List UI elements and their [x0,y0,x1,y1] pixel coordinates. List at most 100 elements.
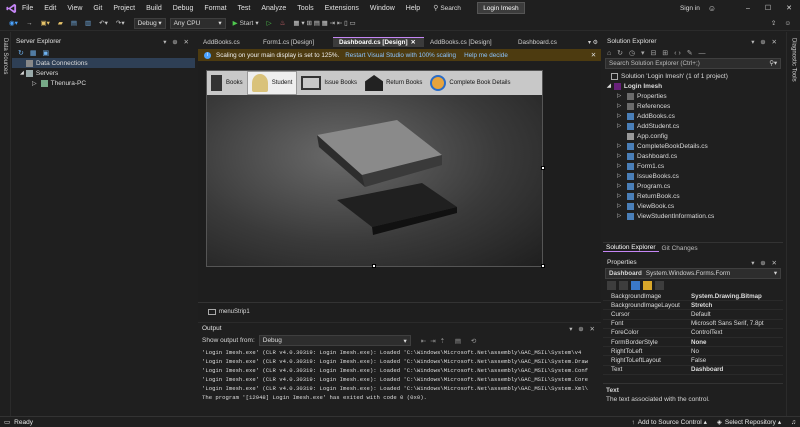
new-project-icon[interactable]: ▣▾ [37,18,52,29]
resize-handle[interactable] [541,264,545,268]
property-pages-icon[interactable] [655,281,664,290]
add-to-source-control-button[interactable]: ↑ Add to Source Control ▴ [631,417,706,427]
property-row[interactable]: Font Microsoft Sans Serif, 7.8pt [603,320,783,329]
resize-handle[interactable] [372,264,376,268]
output-toolbar-icons[interactable]: ⇤⇥⇡ ▤ ⟲ [421,337,481,345]
live-share-icon[interactable]: ⇪ [768,18,779,29]
menu-test[interactable]: Test [238,5,251,12]
tab-git-changes[interactable]: Git Changes [659,245,701,252]
platform-dropdown[interactable]: Any CPU ▾ [169,17,226,29]
property-row[interactable]: RightToLeftLayout False [603,356,783,366]
nav-books[interactable]: Books [207,71,247,95]
menustrip-component[interactable]: menuStrip1 [219,309,250,315]
tree-item-file[interactable]: ▷ AddBooks.cs [603,111,783,121]
properties-object-selector[interactable]: Dashboard System.Windows.Forms.Form ▾ [605,268,781,279]
menu-git[interactable]: Git [93,5,102,12]
account-icon[interactable]: ☺ [708,4,716,13]
property-row[interactable]: ForeColor ControlText [603,329,783,338]
property-value[interactable]: Stretch [689,302,783,309]
output-text[interactable]: 'Login Imesh.exe' (CLR v4.0.30319: Login… [198,347,591,403]
close-infobar-icon[interactable]: ✕ [591,52,596,59]
save-icon[interactable]: ▤ [68,18,80,29]
tab-overflow-icon[interactable]: ▾ ⚙ [588,39,598,46]
tree-item-file[interactable]: ▷ References [603,101,783,111]
property-value[interactable]: Microsoft Sans Serif, 7.8pt [689,320,783,327]
properties-icon[interactable] [631,281,640,290]
property-row[interactable]: Cursor Default [603,310,783,320]
panel-controls-icon[interactable]: ▾ ⊕ ✕ [569,325,597,333]
property-row[interactable]: BackgroundImageLayout Stretch [603,301,783,311]
property-row[interactable]: RightToLeft No [603,347,783,357]
property-row[interactable]: BackgroundImage System.Drawing.Bitmap [603,292,783,302]
open-file-icon[interactable]: ▰ [55,18,66,29]
menu-tools[interactable]: Tools [297,5,313,12]
tab-addbooks-cs[interactable]: AddBooks.cs [197,37,257,47]
tree-item-file[interactable]: ▷ IssueBooks.cs [603,171,783,181]
menu-strip[interactable]: Books Student Issue Books Return Books C… [207,71,542,95]
tree-item-file[interactable]: ▷ Form1.cs [603,161,783,171]
resize-handle[interactable] [541,166,545,170]
tree-item-project[interactable]: ◢ Login Imesh [603,81,783,91]
tree-item-file[interactable]: ▷ CompleteBookDetails.cs [603,141,783,151]
help-decide-link[interactable]: Help me decide [464,52,508,59]
back-icon[interactable]: ◉▾ [6,18,21,29]
alphabetical-icon[interactable] [619,281,628,290]
tab-addbooks-design[interactable]: AddBooks.cs [Design] [424,37,512,47]
forward-icon[interactable]: → [23,18,36,29]
property-value[interactable]: False [689,357,783,364]
tree-item-file[interactable]: ▷ ReturnBook.cs [603,191,783,201]
nav-student[interactable]: Student [246,71,298,95]
output-source-dropdown[interactable]: Debug ▾ [258,335,411,346]
tree-item-file[interactable]: ▷ Program.cs [603,181,783,191]
tree-item-servers[interactable]: ◢ Servers [12,68,195,78]
sign-in-link[interactable]: Sign in [680,5,700,12]
solution-search-box[interactable]: Search Solution Explorer (Ctrl+;) ⚲▾ [605,58,781,69]
hot-reload-icon[interactable]: ♨ [277,18,289,29]
data-sources-tab[interactable]: Data Sources [0,32,11,417]
redo-icon[interactable]: ↷▾ [113,18,128,29]
menu-file[interactable]: File [22,5,33,12]
undo-icon[interactable]: ↶▾ [96,18,111,29]
tree-item-thenura-pc[interactable]: ▷ Thenura-PC [12,78,195,88]
save-all-icon[interactable]: ▥ [82,18,94,29]
property-value[interactable]: None [689,339,783,346]
nav-return-books[interactable]: Return Books [361,71,426,95]
menu-window[interactable]: Window [370,5,395,12]
property-row[interactable]: Text Dashboard [603,366,783,375]
configuration-dropdown[interactable]: Debug ▾ [133,17,166,29]
property-value[interactable]: ControlText [689,329,783,336]
tab-dashboard-design[interactable]: Dashboard.cs [Design] ✕ [333,37,424,47]
refresh-icon[interactable]: ↻ [18,49,24,57]
close-button[interactable]: ✕ [778,4,800,12]
feedback-icon[interactable]: ☺ [781,18,794,29]
start-without-debugging-icon[interactable]: ▷ [264,18,275,29]
menu-project[interactable]: Project [113,5,135,12]
tab-solution-explorer[interactable]: Solution Explorer [603,244,659,252]
menu-view[interactable]: View [67,5,82,12]
maximize-button[interactable]: ☐ [758,4,778,12]
notifications-icon[interactable]: ♫ [791,417,796,427]
menu-extensions[interactable]: Extensions [325,5,359,12]
menu-edit[interactable]: Edit [44,5,56,12]
select-repository-button[interactable]: ◈ Select Repository ▴ [717,417,781,427]
connect-database-icon[interactable]: ▦ [30,49,37,57]
toolbar-extra-icons[interactable]: ▦ ▾ ⊞ ▤ ▦ ⇥ ⇤ ▯ ▭ [290,18,358,29]
start-button[interactable]: ▶ Start ▾ [230,18,262,29]
panel-controls-icon[interactable]: ▾ ⊕ ✕ [751,259,779,267]
nav-complete-book-details[interactable]: Complete Book Details [426,71,514,95]
solution-toolbar-icons[interactable]: ⌂ ↻ ◷ ▾ ⊟ ⊞ ‹› ✎ — [607,49,708,57]
tree-item-data-connections[interactable]: Data Connections [12,58,195,68]
property-value[interactable]: Dashboard [689,366,783,373]
tab-dashboard-cs[interactable]: Dashboard.cs [512,37,572,47]
property-row[interactable]: FormBorderStyle None [603,338,783,348]
tree-item-file[interactable]: ▷ ViewStudentInformation.cs [603,211,783,221]
diagnostic-tools-tab[interactable]: Diagnostic Tools [786,32,800,417]
categorized-icon[interactable] [607,281,616,290]
panel-controls-icon[interactable]: ▾ ⊕ ✕ [163,38,191,46]
menu-build[interactable]: Build [146,5,162,12]
menu-analyze[interactable]: Analyze [261,5,286,12]
tree-item-file[interactable]: ▷ AddStudent.cs [603,121,783,131]
close-tab-icon[interactable]: ✕ [411,39,416,46]
property-value[interactable]: System.Drawing.Bitmap [689,293,783,300]
restart-link[interactable]: Restart Visual Studio with 100% scaling [345,52,456,59]
